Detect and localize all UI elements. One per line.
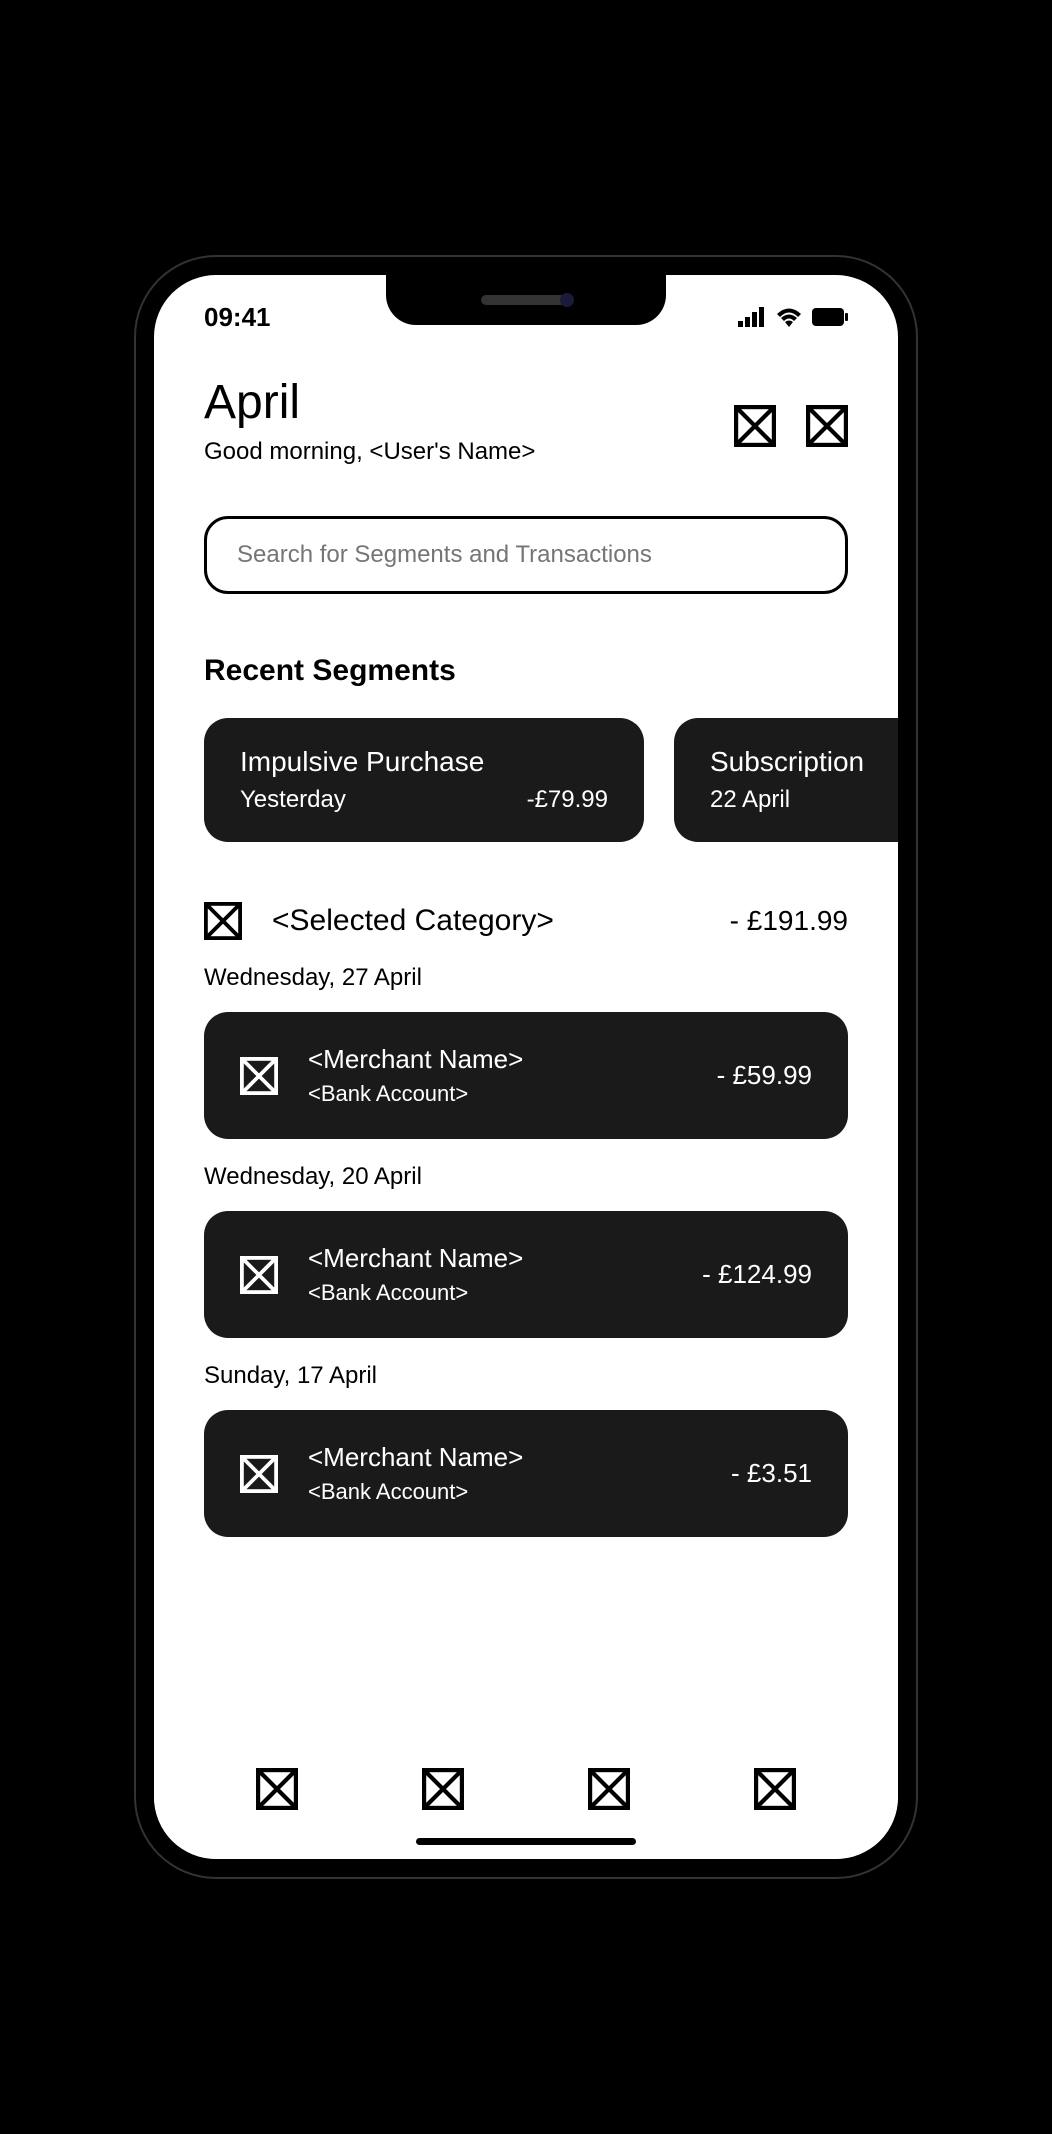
tab-icon-4[interactable] [754, 1768, 796, 1810]
category-name: <Selected Category> [272, 904, 554, 938]
tab-bar [154, 1749, 898, 1859]
category-left: <Selected Category> [204, 902, 554, 940]
merchant-name: <Merchant Name> [308, 1044, 687, 1075]
merchant-name: <Merchant Name> [308, 1442, 701, 1473]
tab-icon-1[interactable] [256, 1768, 298, 1810]
transaction-card[interactable]: <Merchant Name> <Bank Account> - £59.99 [204, 1012, 848, 1139]
segment-meta: Yesterday -£79.99 [240, 786, 608, 814]
segment-date: 22 April [710, 786, 790, 814]
tab-icon-2[interactable] [422, 1768, 464, 1810]
category-header: <Selected Category> - £191.99 [204, 902, 848, 940]
transaction-amount: - £124.99 [702, 1259, 812, 1290]
header-action-icon-2[interactable] [806, 405, 848, 447]
battery-icon [812, 308, 848, 326]
merchant-icon [240, 1057, 278, 1095]
home-indicator[interactable] [416, 1838, 636, 1845]
tab-icon-3[interactable] [588, 1768, 630, 1810]
transaction-date: Wednesday, 27 April [204, 964, 848, 992]
transaction-info: <Merchant Name> <Bank Account> [308, 1442, 701, 1505]
segment-card[interactable]: Impulsive Purchase Yesterday -£79.99 [204, 718, 644, 842]
merchant-icon [240, 1256, 278, 1294]
bank-account: <Bank Account> [308, 1479, 701, 1505]
segment-date: Yesterday [240, 786, 346, 814]
segments-scroll[interactable]: Impulsive Purchase Yesterday -£79.99 Sub… [204, 718, 898, 842]
merchant-name: <Merchant Name> [308, 1243, 672, 1274]
status-icons [738, 307, 848, 327]
transaction-date: Wednesday, 20 April [204, 1163, 848, 1191]
bank-account: <Bank Account> [308, 1280, 672, 1306]
month-title: April [204, 375, 535, 430]
header-actions [734, 405, 848, 447]
header-action-icon-1[interactable] [734, 405, 776, 447]
main-content: April Good morning, <User's Name> Recent… [154, 345, 898, 1759]
category-icon [204, 902, 242, 940]
transaction-card[interactable]: <Merchant Name> <Bank Account> - £3.51 [204, 1410, 848, 1537]
page-header: April Good morning, <User's Name> [204, 375, 848, 466]
segment-title: Impulsive Purchase [240, 746, 608, 778]
status-time: 09:41 [204, 302, 271, 333]
transaction-amount: - £59.99 [717, 1060, 812, 1091]
category-amount: - £191.99 [730, 905, 848, 937]
search-input[interactable] [204, 516, 848, 594]
segments-title: Recent Segments [204, 654, 848, 688]
transaction-info: <Merchant Name> <Bank Account> [308, 1243, 672, 1306]
segment-meta: 22 April [710, 786, 898, 814]
greeting-text: Good morning, <User's Name> [204, 438, 535, 466]
transaction-info: <Merchant Name> <Bank Account> [308, 1044, 687, 1107]
phone-frame: 09:41 April Good morning, <User's Name> … [136, 257, 916, 1877]
transaction-card[interactable]: <Merchant Name> <Bank Account> - £124.99 [204, 1211, 848, 1338]
wifi-icon [776, 307, 802, 327]
transaction-amount: - £3.51 [731, 1458, 812, 1489]
phone-notch [386, 275, 666, 325]
cellular-icon [738, 307, 766, 327]
phone-screen: 09:41 April Good morning, <User's Name> … [154, 275, 898, 1859]
segment-amount: -£79.99 [527, 786, 608, 814]
bank-account: <Bank Account> [308, 1081, 687, 1107]
segment-title: Subscription [710, 746, 898, 778]
header-text: April Good morning, <User's Name> [204, 375, 535, 466]
merchant-icon [240, 1455, 278, 1493]
segment-card[interactable]: Subscription 22 April [674, 718, 898, 842]
transaction-date: Sunday, 17 April [204, 1362, 848, 1390]
